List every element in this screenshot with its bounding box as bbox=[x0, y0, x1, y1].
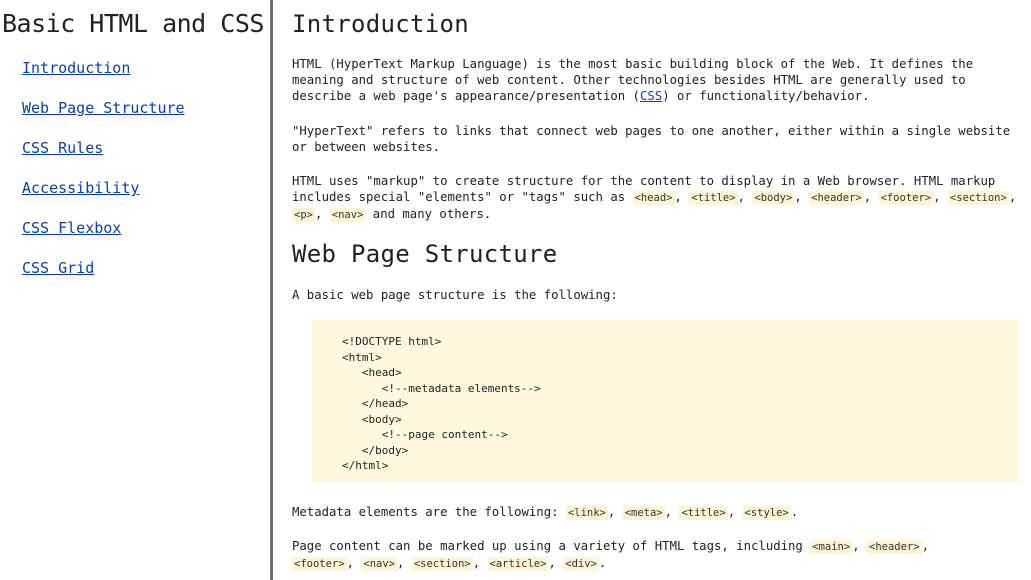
nav-item: Web Page Structure bbox=[22, 98, 185, 138]
nav-title: Basic HTML and CSS bbox=[2, 9, 264, 38]
nav-item: CSS Rules bbox=[22, 138, 185, 178]
structure-p2-text-b: . bbox=[790, 505, 799, 519]
nav-link-introduction[interactable]: Introduction bbox=[22, 59, 130, 77]
structure-paragraph-2: Metadata elements are the following: <li… bbox=[292, 505, 799, 520]
css-link[interactable]: CSS bbox=[640, 89, 662, 103]
code-line: </body> bbox=[342, 443, 409, 457]
code-line: <!DOCTYPE html> bbox=[342, 335, 442, 348]
nav-link-css-flexbox[interactable]: CSS Flexbox bbox=[22, 219, 121, 237]
tag-main: <main> bbox=[810, 540, 853, 554]
tag-title: <title> bbox=[689, 191, 738, 205]
intro-paragraph-3: HTML uses "markup" to create structure f… bbox=[292, 174, 1017, 222]
tag-title: <title> bbox=[679, 506, 728, 520]
tag-header: <header> bbox=[809, 191, 864, 205]
tag-section: <section> bbox=[947, 191, 1009, 205]
nav-item: Introduction bbox=[22, 58, 185, 98]
structure-paragraph-3: Page content can be marked up using a va… bbox=[292, 539, 929, 571]
web-page-structure-heading: Web Page Structure bbox=[292, 240, 558, 268]
intro-p3-text-b: and many others. bbox=[365, 207, 492, 221]
tag-head: <head> bbox=[632, 191, 675, 205]
code-block: <!DOCTYPE html> <html> <head> <!--metadat… bbox=[312, 320, 1019, 482]
tag-link: <link> bbox=[565, 506, 608, 520]
tag-meta: <meta> bbox=[622, 506, 665, 520]
intro-p1-text-b: ) or functionality/behavior. bbox=[662, 89, 870, 103]
navbar: Basic HTML and CSS Introduction Web Page… bbox=[0, 0, 273, 580]
nav-link-css-rules[interactable]: CSS Rules bbox=[22, 139, 103, 157]
tag-nav: <nav> bbox=[361, 557, 397, 571]
tag-nav: <nav> bbox=[329, 208, 366, 222]
structure-paragraph-1: A basic web page structure is the follow… bbox=[292, 288, 618, 302]
tag-footer: <footer> bbox=[292, 557, 347, 571]
tag-style: <style> bbox=[742, 506, 791, 520]
tag-p: <p> bbox=[292, 208, 315, 222]
structure-p2-text-a: Metadata elements are the following: bbox=[292, 505, 566, 519]
nav-item: CSS Flexbox bbox=[22, 218, 185, 258]
intro-p1-text-a: HTML (HyperText Markup Language) is the … bbox=[292, 57, 974, 103]
tag-section: <section> bbox=[411, 557, 473, 571]
nav-item: Accessibility bbox=[22, 178, 185, 218]
intro-paragraph-1: HTML (HyperText Markup Language) is the … bbox=[292, 56, 1027, 104]
intro-paragraph-2: "HyperText" refers to links that connect… bbox=[292, 124, 1011, 154]
code-line: </html> bbox=[342, 459, 389, 472]
code-line: </head> bbox=[342, 397, 409, 410]
code-line: <!--page content--> bbox=[342, 428, 508, 441]
nav-link-accessibility[interactable]: Accessibility bbox=[22, 179, 139, 197]
nav-link-web-page-structure[interactable]: Web Page Structure bbox=[22, 99, 185, 117]
tag-article: <article> bbox=[487, 557, 549, 571]
code-line: <head> bbox=[342, 366, 402, 379]
structure-p3-text-a: Page content can be marked up using a va… bbox=[292, 539, 811, 553]
code-line: <!--metadata elements--> bbox=[342, 381, 541, 395]
tag-header: <header> bbox=[867, 540, 922, 554]
introduction-heading: Introduction bbox=[292, 10, 469, 38]
code-line: <body> bbox=[342, 412, 402, 426]
nav-list: Introduction Web Page Structure CSS Rule… bbox=[22, 58, 185, 298]
code-line: <html> bbox=[342, 350, 382, 364]
tag-div: <div> bbox=[563, 557, 599, 571]
main-doc: Introduction HTML (HyperText Markup Lang… bbox=[292, 0, 1027, 580]
tag-footer: <footer> bbox=[878, 191, 934, 205]
tag-body: <body> bbox=[752, 191, 795, 205]
nav-item: CSS Grid bbox=[22, 258, 185, 298]
nav-link-css-grid[interactable]: CSS Grid bbox=[22, 259, 94, 277]
structure-p3-text-b: . bbox=[598, 556, 607, 570]
